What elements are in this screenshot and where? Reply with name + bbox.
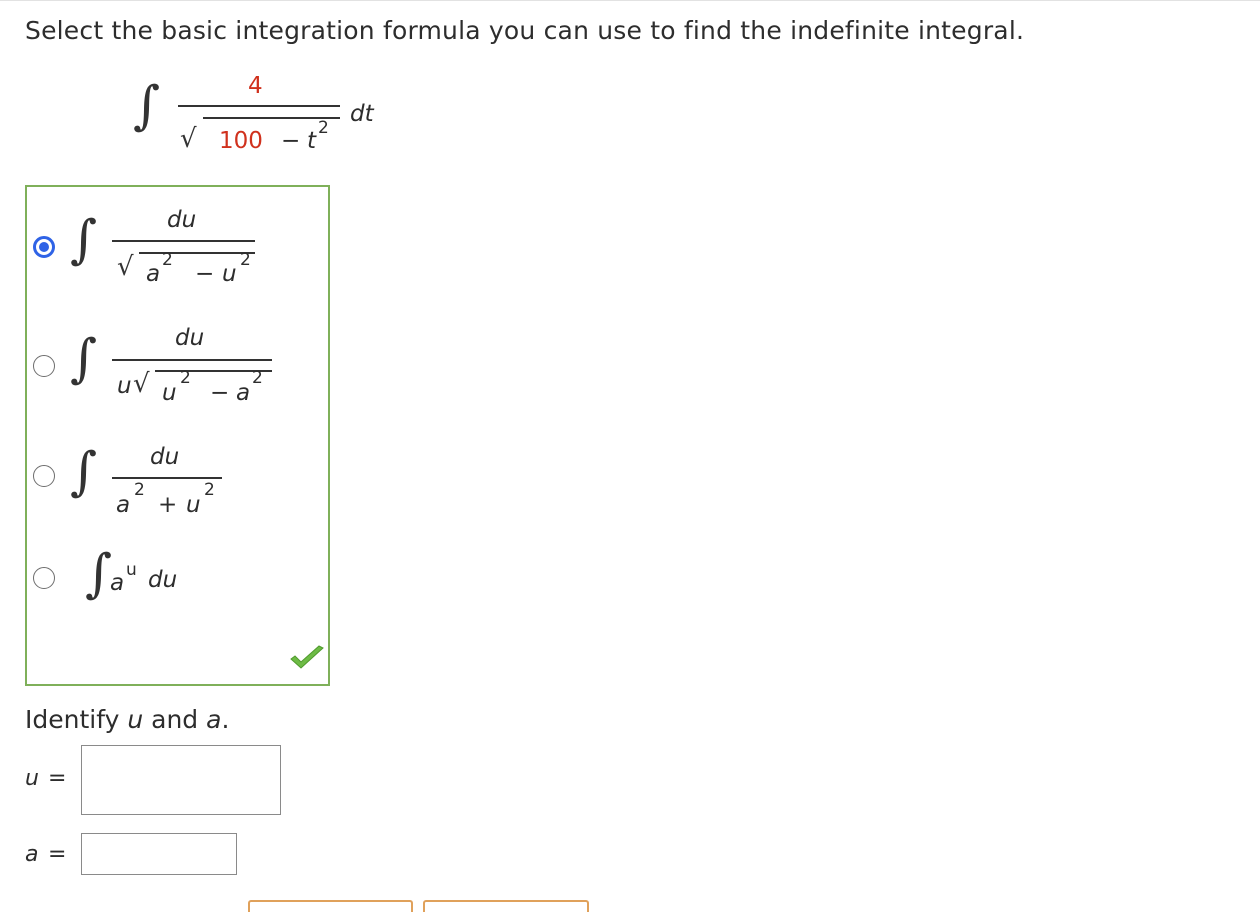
choice-1-a-exp: 2 — [162, 250, 173, 270]
choice-3-numerator: du — [150, 444, 180, 470]
radicand-exponent: 2 — [318, 118, 329, 138]
choice-3-u: u — [186, 492, 201, 518]
a-label: a — [25, 842, 39, 867]
a-equals: = — [48, 842, 67, 867]
choice-4-exponent: u — [126, 560, 137, 580]
choice-2-u-exp: 2 — [180, 368, 191, 388]
identify-suffix: . — [221, 705, 230, 734]
integral-sign: ∫ — [70, 210, 98, 270]
choice-3-a-exp: 2 — [134, 480, 145, 500]
choice-2-u: u — [162, 380, 177, 406]
radicand-variable: t — [307, 128, 317, 154]
choice-1-numerator: du — [167, 207, 197, 233]
fraction-bar — [112, 240, 255, 242]
question-text: Select the basic integration formula you… — [25, 16, 1025, 45]
choice-1-u: u — [222, 261, 237, 287]
a-input[interactable] — [81, 833, 237, 875]
identify-u: u — [127, 705, 144, 734]
fraction-bar — [178, 105, 340, 107]
choice-4-base: a — [110, 570, 125, 596]
choice-2-prefix: u — [117, 373, 132, 399]
identify-prompt: Identify u and a. — [25, 705, 229, 734]
radical-sign: √ — [133, 369, 150, 399]
radical-sign: √ — [117, 252, 134, 282]
choice-2-a: a — [236, 380, 251, 406]
radio-choice-2[interactable] — [33, 355, 55, 377]
identify-a: a — [206, 705, 222, 734]
radicand-constant: 100 — [219, 128, 263, 154]
choice-4-differential: du — [148, 567, 178, 593]
choice-1-op: − — [195, 261, 215, 287]
choice-2-op: − — [210, 380, 230, 406]
choice-1-u-exp: 2 — [240, 250, 251, 270]
radio-choice-3[interactable] — [33, 465, 55, 487]
u-input[interactable] — [81, 745, 281, 815]
u-equals: = — [48, 766, 67, 791]
choice-3-a: a — [116, 492, 131, 518]
choice-2-a-exp: 2 — [252, 368, 263, 388]
radicand-minus: − — [281, 128, 301, 154]
integral-sign: ∫ — [70, 442, 98, 502]
check-icon — [290, 645, 324, 669]
integral-sign: ∫ — [70, 329, 98, 389]
radio-choice-4[interactable] — [33, 567, 55, 589]
integral-numerator: 4 — [248, 73, 263, 99]
integral-sign: ∫ — [133, 76, 161, 136]
fraction-bar — [112, 477, 222, 479]
top-divider — [0, 0, 1260, 1]
identify-prefix: Identify — [25, 705, 128, 734]
radio-choice-1[interactable] — [33, 236, 55, 258]
choice-3-u-exp: 2 — [204, 480, 215, 500]
choice-3-op: + — [158, 492, 178, 518]
radical-vinculum — [139, 252, 255, 254]
fraction-bar — [112, 359, 272, 361]
choice-1-a: a — [146, 261, 161, 287]
identify-and: and — [143, 705, 207, 734]
secondary-button[interactable] — [423, 900, 589, 912]
integral-sign: ∫ — [85, 544, 113, 604]
u-label: u — [25, 766, 39, 791]
integral-differential: dt — [350, 101, 374, 127]
choice-2-numerator: du — [175, 325, 205, 351]
submit-button[interactable] — [248, 900, 413, 912]
radical-sign: √ — [180, 124, 197, 154]
